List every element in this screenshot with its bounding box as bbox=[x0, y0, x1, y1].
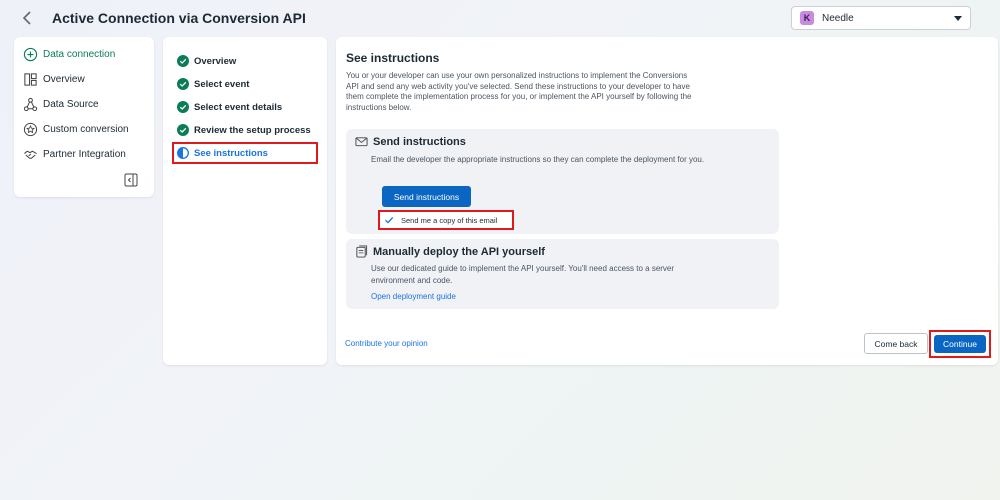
layout-icon bbox=[24, 72, 37, 86]
step-label: Review the setup process bbox=[194, 124, 311, 136]
step-label: Select event bbox=[194, 78, 250, 90]
send-instructions-card: Send instructions Email the developer th… bbox=[346, 129, 779, 234]
check-circle-icon bbox=[177, 78, 189, 90]
step-review-setup[interactable]: Review the setup process bbox=[177, 121, 311, 139]
back-arrow-icon[interactable] bbox=[18, 8, 38, 28]
account-name: Needle bbox=[822, 12, 854, 24]
checkmark-icon bbox=[385, 217, 394, 224]
section-title: See instructions bbox=[346, 51, 440, 65]
nav-item-data-connection[interactable]: Data connection bbox=[23, 44, 115, 64]
continue-button[interactable]: Continue bbox=[934, 335, 986, 353]
step-label: Select event details bbox=[194, 101, 283, 113]
continue-highlight: Continue bbox=[929, 330, 991, 358]
deployment-guide-link[interactable]: Open deployment guide bbox=[371, 292, 456, 301]
plus-circle-icon bbox=[23, 47, 38, 61]
current-step-highlight bbox=[172, 142, 318, 164]
come-back-button[interactable]: Come back bbox=[864, 333, 928, 354]
avatar: K bbox=[800, 11, 814, 25]
nav-item-label: Data Source bbox=[43, 98, 99, 110]
collapse-panel-icon[interactable] bbox=[124, 173, 138, 187]
top-bar: Active Connection via Conversion API K N… bbox=[0, 0, 1000, 36]
step-overview[interactable]: Overview bbox=[177, 52, 236, 70]
contribute-opinion-link[interactable]: Contribute your opinion bbox=[345, 339, 428, 348]
nav-item-overview[interactable]: Overview bbox=[23, 69, 85, 89]
account-selector[interactable]: K Needle bbox=[791, 6, 971, 30]
document-guide-icon bbox=[356, 245, 368, 258]
check-circle-icon bbox=[177, 124, 189, 136]
card-title: Send instructions bbox=[373, 135, 466, 148]
step-select-event[interactable]: Select event bbox=[177, 75, 249, 93]
envelope-icon bbox=[355, 137, 368, 147]
network-icon bbox=[23, 97, 38, 111]
nav-item-label: Partner Integration bbox=[43, 148, 126, 160]
card-description: Use our dedicated guide to implement the… bbox=[371, 264, 675, 285]
checkbox-label: Send me a copy of this email bbox=[401, 215, 498, 225]
nav-item-label: Data connection bbox=[43, 48, 116, 60]
setup-steps-panel: Overview Select event Select event detai… bbox=[163, 37, 327, 365]
nav-item-label: Custom conversion bbox=[43, 123, 129, 135]
card-title: Manually deploy the API yourself bbox=[373, 245, 545, 258]
section-description: You or your developer can use your own p… bbox=[346, 71, 692, 112]
instructions-panel: See instructions You or your developer c… bbox=[336, 37, 998, 365]
send-instructions-button[interactable]: Send instructions bbox=[382, 186, 471, 207]
nav-item-custom-conversion[interactable]: Custom conversion bbox=[23, 119, 129, 139]
nav-item-label: Overview bbox=[43, 73, 85, 85]
step-select-event-details[interactable]: Select event details bbox=[177, 98, 282, 116]
left-navigation: Data connection Overview Data Source Cus… bbox=[14, 37, 154, 197]
send-copy-checkbox[interactable]: Send me a copy of this email bbox=[378, 210, 514, 230]
check-circle-icon bbox=[177, 55, 189, 67]
nav-item-data-source[interactable]: Data Source bbox=[23, 94, 99, 114]
step-label: Overview bbox=[194, 55, 237, 67]
handshake-icon bbox=[24, 150, 37, 159]
manual-deploy-card: Manually deploy the API yourself Use our… bbox=[346, 239, 779, 309]
nav-item-partner-integration[interactable]: Partner Integration bbox=[23, 144, 126, 164]
check-circle-icon bbox=[177, 101, 189, 113]
star-badge-icon bbox=[23, 122, 38, 136]
page-title: Active Connection via Conversion API bbox=[52, 10, 306, 26]
chevron-down-icon bbox=[954, 15, 962, 21]
card-description: Email the developer the appropriate inst… bbox=[371, 155, 705, 164]
